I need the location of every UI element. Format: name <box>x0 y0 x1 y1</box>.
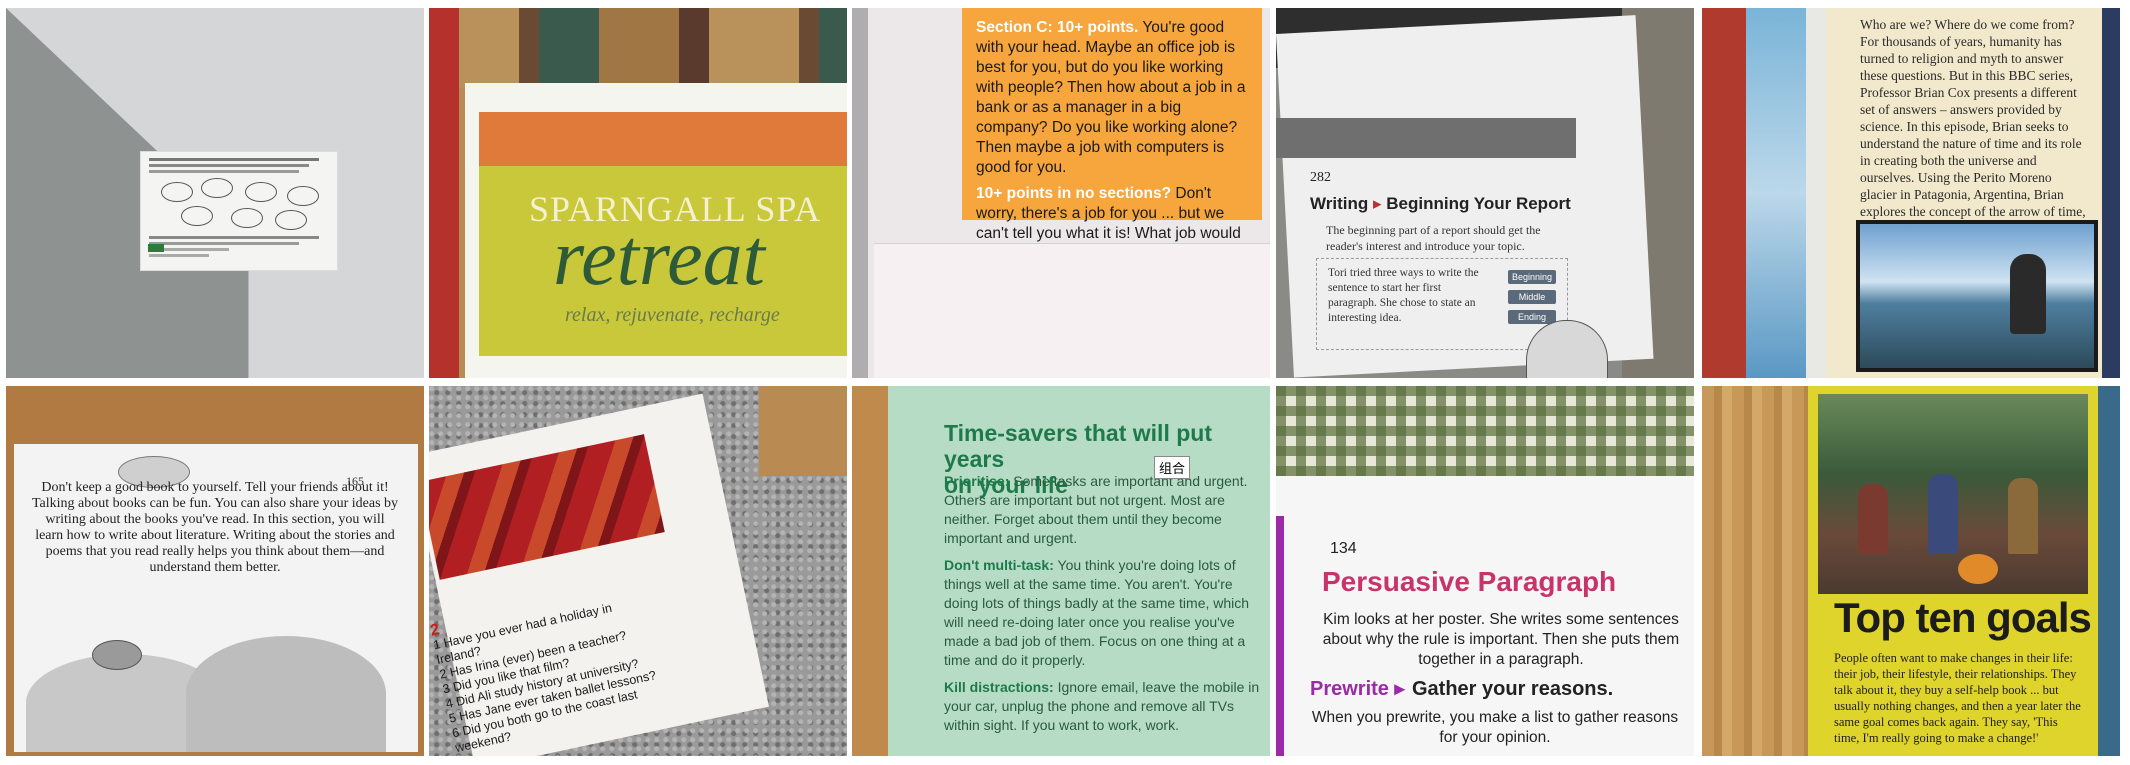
purple-edge <box>1276 516 1284 756</box>
photo-writing-report: 282 Writing ▸ Beginning Your Report The … <box>1276 8 1694 378</box>
intro-text: The beginning part of a report should ge… <box>1326 223 1541 253</box>
wood-background <box>1702 386 1808 756</box>
photo-worksheet-on-wall <box>6 8 424 378</box>
mindmap-bubble <box>245 182 277 202</box>
worksheet-paper <box>140 151 338 271</box>
cover-edge <box>2098 386 2120 756</box>
headline: retreat <box>553 214 765 302</box>
mindmap-bubble <box>181 206 213 226</box>
green-marker <box>148 244 164 252</box>
quiz-result-box: Section C: 10+ points. You're good with … <box>962 8 1262 262</box>
text-line <box>149 164 309 167</box>
fabric-background <box>429 8 847 88</box>
person-figure <box>1928 474 1958 554</box>
mindmap-bubble <box>275 210 307 230</box>
person-figure <box>2008 478 2038 554</box>
ladybug-illustration <box>92 640 142 670</box>
lesson-body: Kim looks at her poster. She writes some… <box>1322 611 1680 668</box>
page-number: 282 <box>1310 170 1331 185</box>
prewrite-body: When you prewrite, you make a list to ga… <box>1311 709 1679 746</box>
tip-label: Don't multi-task: <box>944 557 1054 573</box>
group-tooltip: 组合 <box>1154 456 1191 479</box>
intro-text: Don't keep a good book to yourself. Tell… <box>31 480 399 575</box>
photo-persuasive-paragraph: 134 Persuasive Paragraph Kim looks at he… <box>1276 386 1694 756</box>
example-text: Tori tried three ways to write the sente… <box>1328 267 1479 324</box>
text-line <box>149 158 319 161</box>
tagline: relax, rejuvenate, recharge <box>565 304 780 326</box>
campfire-photo <box>1818 394 2088 594</box>
person-silhouette <box>2010 254 2046 334</box>
text-line <box>149 242 299 245</box>
section-c-text: You're good with your head. Maybe an off… <box>976 19 1246 176</box>
fabric-red-band <box>429 8 459 378</box>
tip-text: You think you're doing lots of things we… <box>944 557 1250 668</box>
campfire <box>1958 554 1998 584</box>
photo-spa-brochure: SPARNGALL SPA retreat relax, rejuvenate,… <box>429 8 847 378</box>
book-edge <box>852 8 868 378</box>
tip-multitask: Don't multi-task: You think you're doing… <box>944 556 1262 670</box>
brochure-orange-band <box>479 112 847 166</box>
mindmap-bubble <box>287 186 319 206</box>
gather-heading: Gather your reasons. <box>1412 678 1614 700</box>
text-line <box>149 170 299 173</box>
photo-quiz-result: Section C: 10+ points. You're good with … <box>852 8 1270 378</box>
glacier-image-strip <box>1746 8 1806 378</box>
section-title: Writing ▸ Beginning Your Report <box>1310 194 1571 213</box>
tip-distractions: Kill distractions: Ignore email, leave t… <box>944 678 1262 735</box>
photo-time-savers: Time-savers that will put years on your … <box>852 386 1270 756</box>
cover-edge <box>2102 8 2120 378</box>
blank-card <box>874 243 1270 378</box>
title-writing: Writing <box>1310 194 1369 213</box>
tip-label: Prioritise: <box>944 473 1010 489</box>
hill-illustration <box>186 636 386 752</box>
mindmap-bubble <box>201 178 233 198</box>
page-gutter <box>1806 8 1826 378</box>
page-number: 134 <box>1330 540 1357 557</box>
photo-questions-list: 2 1 Have you ever had a holiday in Irela… <box>429 386 847 756</box>
photo-top-ten-goals: Top ten goals People often want to make … <box>1702 386 2120 756</box>
article-body: Prioritise: Some tasks are important and… <box>944 472 1262 735</box>
person-figure <box>1858 484 1888 554</box>
mindmap-bubble <box>231 208 263 228</box>
photo-documentary-text: Who are we? Where do we come from? For t… <box>1702 8 2120 378</box>
tag-middle: Middle <box>1508 290 1556 304</box>
page-header-strip <box>1276 118 1576 158</box>
prewrite-label: Prewrite ▸ <box>1310 678 1405 700</box>
wood-corner <box>759 386 847 476</box>
tag-beginning: Beginning <box>1508 270 1556 284</box>
tip-prioritise: Prioritise: Some tasks are important and… <box>944 472 1262 548</box>
lesson-title: Persuasive Paragraph <box>1322 566 1617 597</box>
glacier-photo <box>1856 220 2098 372</box>
tip-label: Kill distractions: <box>944 679 1054 695</box>
tag-ending: Ending <box>1508 310 1556 324</box>
image-grid: SPARNGALL SPA retreat relax, rejuvenate,… <box>0 0 2130 765</box>
title-line-1: Time-savers that will put years <box>944 420 1212 472</box>
article-title: Top ten goals <box>1834 594 2092 641</box>
photo-literature-page: 165 Don't keep a good book to yourself. … <box>6 386 424 756</box>
text-line <box>149 254 209 257</box>
mindmap-bubble <box>161 182 193 202</box>
section-c-label: Section C: 10+ points. <box>976 19 1139 36</box>
text-line <box>149 236 319 239</box>
no-section-label: 10+ points in no sections? <box>976 185 1172 202</box>
title-beginning-report: Beginning Your Report <box>1386 194 1571 213</box>
gingham-background <box>1276 386 1694 476</box>
article-body: People often want to make changes in the… <box>1834 651 2081 745</box>
